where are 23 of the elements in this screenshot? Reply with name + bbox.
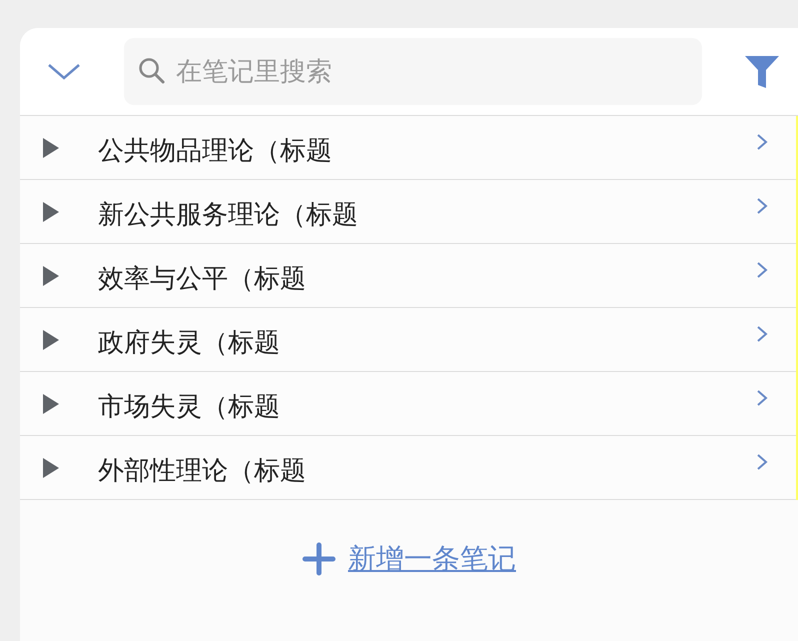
chevron-right-icon[interactable] bbox=[756, 197, 768, 215]
note-title: 效率与公平（标题 bbox=[98, 262, 306, 295]
search-icon bbox=[138, 57, 166, 85]
collapsed-triangle-icon[interactable] bbox=[42, 456, 60, 478]
chevron-right-icon[interactable] bbox=[756, 261, 768, 279]
chevron-right-icon[interactable] bbox=[756, 133, 768, 151]
note-title: 市场失灵（标题 bbox=[98, 390, 280, 423]
collapsed-triangle-icon[interactable] bbox=[42, 200, 60, 222]
note-title: 外部性理论（标题 bbox=[98, 454, 306, 487]
plus-icon[interactable] bbox=[302, 542, 336, 576]
note-title: 政府失灵（标题 bbox=[98, 326, 280, 359]
collapsed-triangle-icon[interactable] bbox=[42, 392, 60, 414]
add-note-link[interactable]: 新增一条笔记 bbox=[348, 538, 516, 580]
chevron-right-icon[interactable] bbox=[756, 453, 768, 471]
search-field[interactable]: 在笔记里搜索 bbox=[124, 38, 702, 105]
collapsed-triangle-icon[interactable] bbox=[42, 328, 60, 350]
note-title: 新公共服务理论（标题 bbox=[98, 198, 358, 231]
filter-icon[interactable] bbox=[744, 54, 780, 90]
chevron-right-icon[interactable] bbox=[756, 325, 768, 343]
chevron-right-icon[interactable] bbox=[756, 389, 768, 407]
note-title: 公共物品理论（标题 bbox=[98, 134, 332, 167]
collapsed-triangle-icon[interactable] bbox=[42, 136, 60, 158]
collapsed-triangle-icon[interactable] bbox=[42, 264, 60, 286]
